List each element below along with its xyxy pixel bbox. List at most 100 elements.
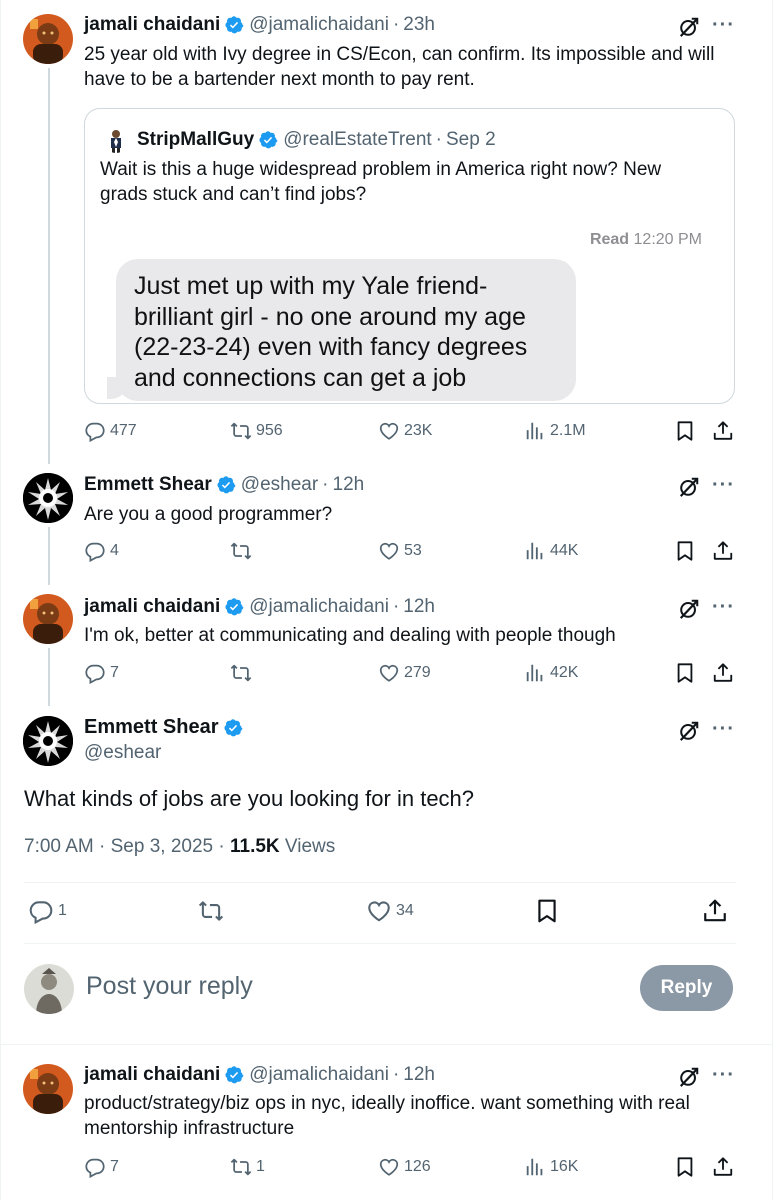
tweet-time[interactable]: 23h bbox=[403, 14, 435, 36]
tweet-actions: 477 956 23K 2.1M bbox=[84, 420, 744, 446]
like-count: 126 bbox=[404, 1158, 431, 1175]
share-button[interactable] bbox=[702, 898, 732, 924]
bookmark-button[interactable] bbox=[674, 420, 700, 442]
retweet-icon bbox=[230, 662, 252, 684]
like-button[interactable]: 279 bbox=[378, 662, 431, 684]
views-button[interactable]: 16K bbox=[524, 1156, 578, 1178]
post-date[interactable]: Sep 3, 2025 bbox=[111, 836, 213, 857]
more-icon[interactable]: ··· bbox=[712, 1064, 735, 1087]
verified-badge-icon bbox=[223, 718, 243, 738]
thread-line bbox=[48, 527, 50, 585]
bookmark-button[interactable] bbox=[674, 662, 700, 684]
post-time[interactable]: 7:00 AM bbox=[24, 836, 94, 857]
tweet-actions: 7 1 126 16K bbox=[84, 1156, 744, 1182]
retweet-button[interactable]: 956 bbox=[230, 420, 283, 442]
share-button[interactable] bbox=[712, 420, 738, 442]
like-icon bbox=[378, 420, 400, 442]
reply-button[interactable]: 7 bbox=[84, 662, 119, 684]
author-name[interactable]: Emmett Shear bbox=[84, 716, 219, 739]
divider bbox=[24, 882, 736, 883]
tweet-actions: 7 279 42K bbox=[84, 662, 744, 688]
avatar[interactable] bbox=[23, 594, 73, 644]
share-icon bbox=[712, 540, 734, 562]
quote-text: Wait is this a huge widespread problem i… bbox=[100, 159, 662, 205]
quote-author-name: StripMallGuy bbox=[137, 129, 255, 150]
more-icon[interactable]: ··· bbox=[712, 718, 735, 741]
reply-input[interactable]: Post your reply bbox=[86, 972, 253, 1001]
separator-dot: · bbox=[99, 836, 111, 857]
reply-submit-button[interactable]: Reply bbox=[640, 965, 733, 1011]
retweet-button[interactable] bbox=[198, 898, 228, 924]
retweet-button[interactable]: 1 bbox=[230, 1156, 265, 1178]
more-icon[interactable]: ··· bbox=[712, 596, 735, 619]
author-handle[interactable]: @jamalichaidani bbox=[249, 1064, 389, 1086]
views-icon bbox=[524, 420, 546, 442]
separator-dot: · bbox=[392, 596, 400, 617]
views-count: 11.5K bbox=[229, 836, 280, 857]
main-author: Emmett Shear bbox=[84, 716, 248, 739]
more-icon[interactable]: ··· bbox=[712, 474, 735, 497]
grok-icon[interactable] bbox=[678, 720, 700, 742]
author-name[interactable]: jamali chaidani bbox=[84, 596, 220, 618]
more-icon[interactable]: ··· bbox=[712, 14, 735, 37]
like-button[interactable]: 34 bbox=[366, 898, 414, 924]
separator-dot: · bbox=[322, 474, 329, 495]
reply-button[interactable]: 477 bbox=[84, 420, 137, 442]
like-button[interactable]: 126 bbox=[378, 1156, 431, 1178]
retweet-button[interactable] bbox=[230, 540, 256, 562]
avatar[interactable] bbox=[23, 1064, 73, 1114]
grok-icon[interactable] bbox=[678, 1066, 700, 1088]
bookmark-button[interactable] bbox=[674, 1156, 700, 1178]
share-button[interactable] bbox=[712, 540, 738, 562]
verified-badge-icon bbox=[224, 15, 244, 35]
share-button[interactable] bbox=[712, 1156, 738, 1178]
message-bubble: Just met up with my Yale friend- brillia… bbox=[116, 259, 576, 401]
main-tweet-meta: 7:00 AM · Sep 3, 2025 · 11.5K Views bbox=[24, 836, 335, 858]
tweet-time[interactable]: 12h bbox=[403, 596, 435, 618]
reply-button[interactable]: 4 bbox=[84, 540, 119, 562]
thread-line bbox=[48, 68, 50, 464]
bookmark-icon bbox=[534, 898, 560, 924]
views-button[interactable]: 44K bbox=[524, 540, 578, 562]
views-button[interactable]: 2.1M bbox=[524, 420, 586, 442]
separator-dot: · bbox=[392, 14, 400, 35]
tweet-time[interactable]: 12h bbox=[333, 474, 365, 496]
author-handle[interactable]: @eshear bbox=[241, 474, 318, 496]
author-name[interactable]: Emmett Shear bbox=[84, 474, 212, 496]
bookmark-button[interactable] bbox=[674, 540, 700, 562]
reply-button[interactable]: 7 bbox=[84, 1156, 119, 1178]
tweet-time[interactable]: 12h bbox=[403, 1064, 435, 1086]
avatar[interactable] bbox=[23, 14, 73, 64]
author-name[interactable]: jamali chaidani bbox=[84, 1064, 220, 1086]
reply-button[interactable]: 1 bbox=[28, 898, 67, 924]
like-button[interactable]: 53 bbox=[378, 540, 422, 562]
views-icon bbox=[524, 540, 546, 562]
retweet-icon bbox=[198, 898, 224, 924]
like-icon bbox=[378, 1156, 400, 1178]
like-icon bbox=[378, 662, 400, 684]
avatar[interactable] bbox=[23, 473, 73, 523]
author-handle[interactable]: @eshear bbox=[84, 742, 161, 764]
author-name[interactable]: jamali chaidani bbox=[84, 14, 220, 36]
author-handle[interactable]: @jamalichaidani bbox=[249, 596, 389, 618]
grok-icon[interactable] bbox=[678, 16, 700, 38]
grok-icon[interactable] bbox=[678, 598, 700, 620]
user-avatar[interactable] bbox=[24, 964, 74, 1014]
avatar[interactable] bbox=[23, 716, 73, 766]
bookmark-button[interactable] bbox=[534, 898, 564, 924]
tweet-header: jamali chaidani @jamalichaidani · 23h bbox=[84, 14, 435, 36]
retweet-button[interactable] bbox=[230, 662, 256, 684]
bookmark-icon bbox=[674, 662, 696, 684]
views-button[interactable]: 42K bbox=[524, 662, 578, 684]
author-handle[interactable]: @jamalichaidani bbox=[249, 14, 389, 36]
grok-icon[interactable] bbox=[678, 476, 700, 498]
like-button[interactable]: 23K bbox=[378, 420, 432, 442]
separator-dot: · bbox=[218, 836, 230, 857]
share-button[interactable] bbox=[712, 662, 738, 684]
view-count: 16K bbox=[550, 1158, 579, 1175]
read-receipt: Read 12:20 PM bbox=[590, 231, 702, 249]
views-icon bbox=[524, 1156, 546, 1178]
reply-icon bbox=[84, 662, 106, 684]
quoted-tweet[interactable]: StripMallGuy @realEstateTrent · Sep 2 Wa… bbox=[84, 108, 735, 404]
verified-badge-icon bbox=[258, 130, 278, 150]
